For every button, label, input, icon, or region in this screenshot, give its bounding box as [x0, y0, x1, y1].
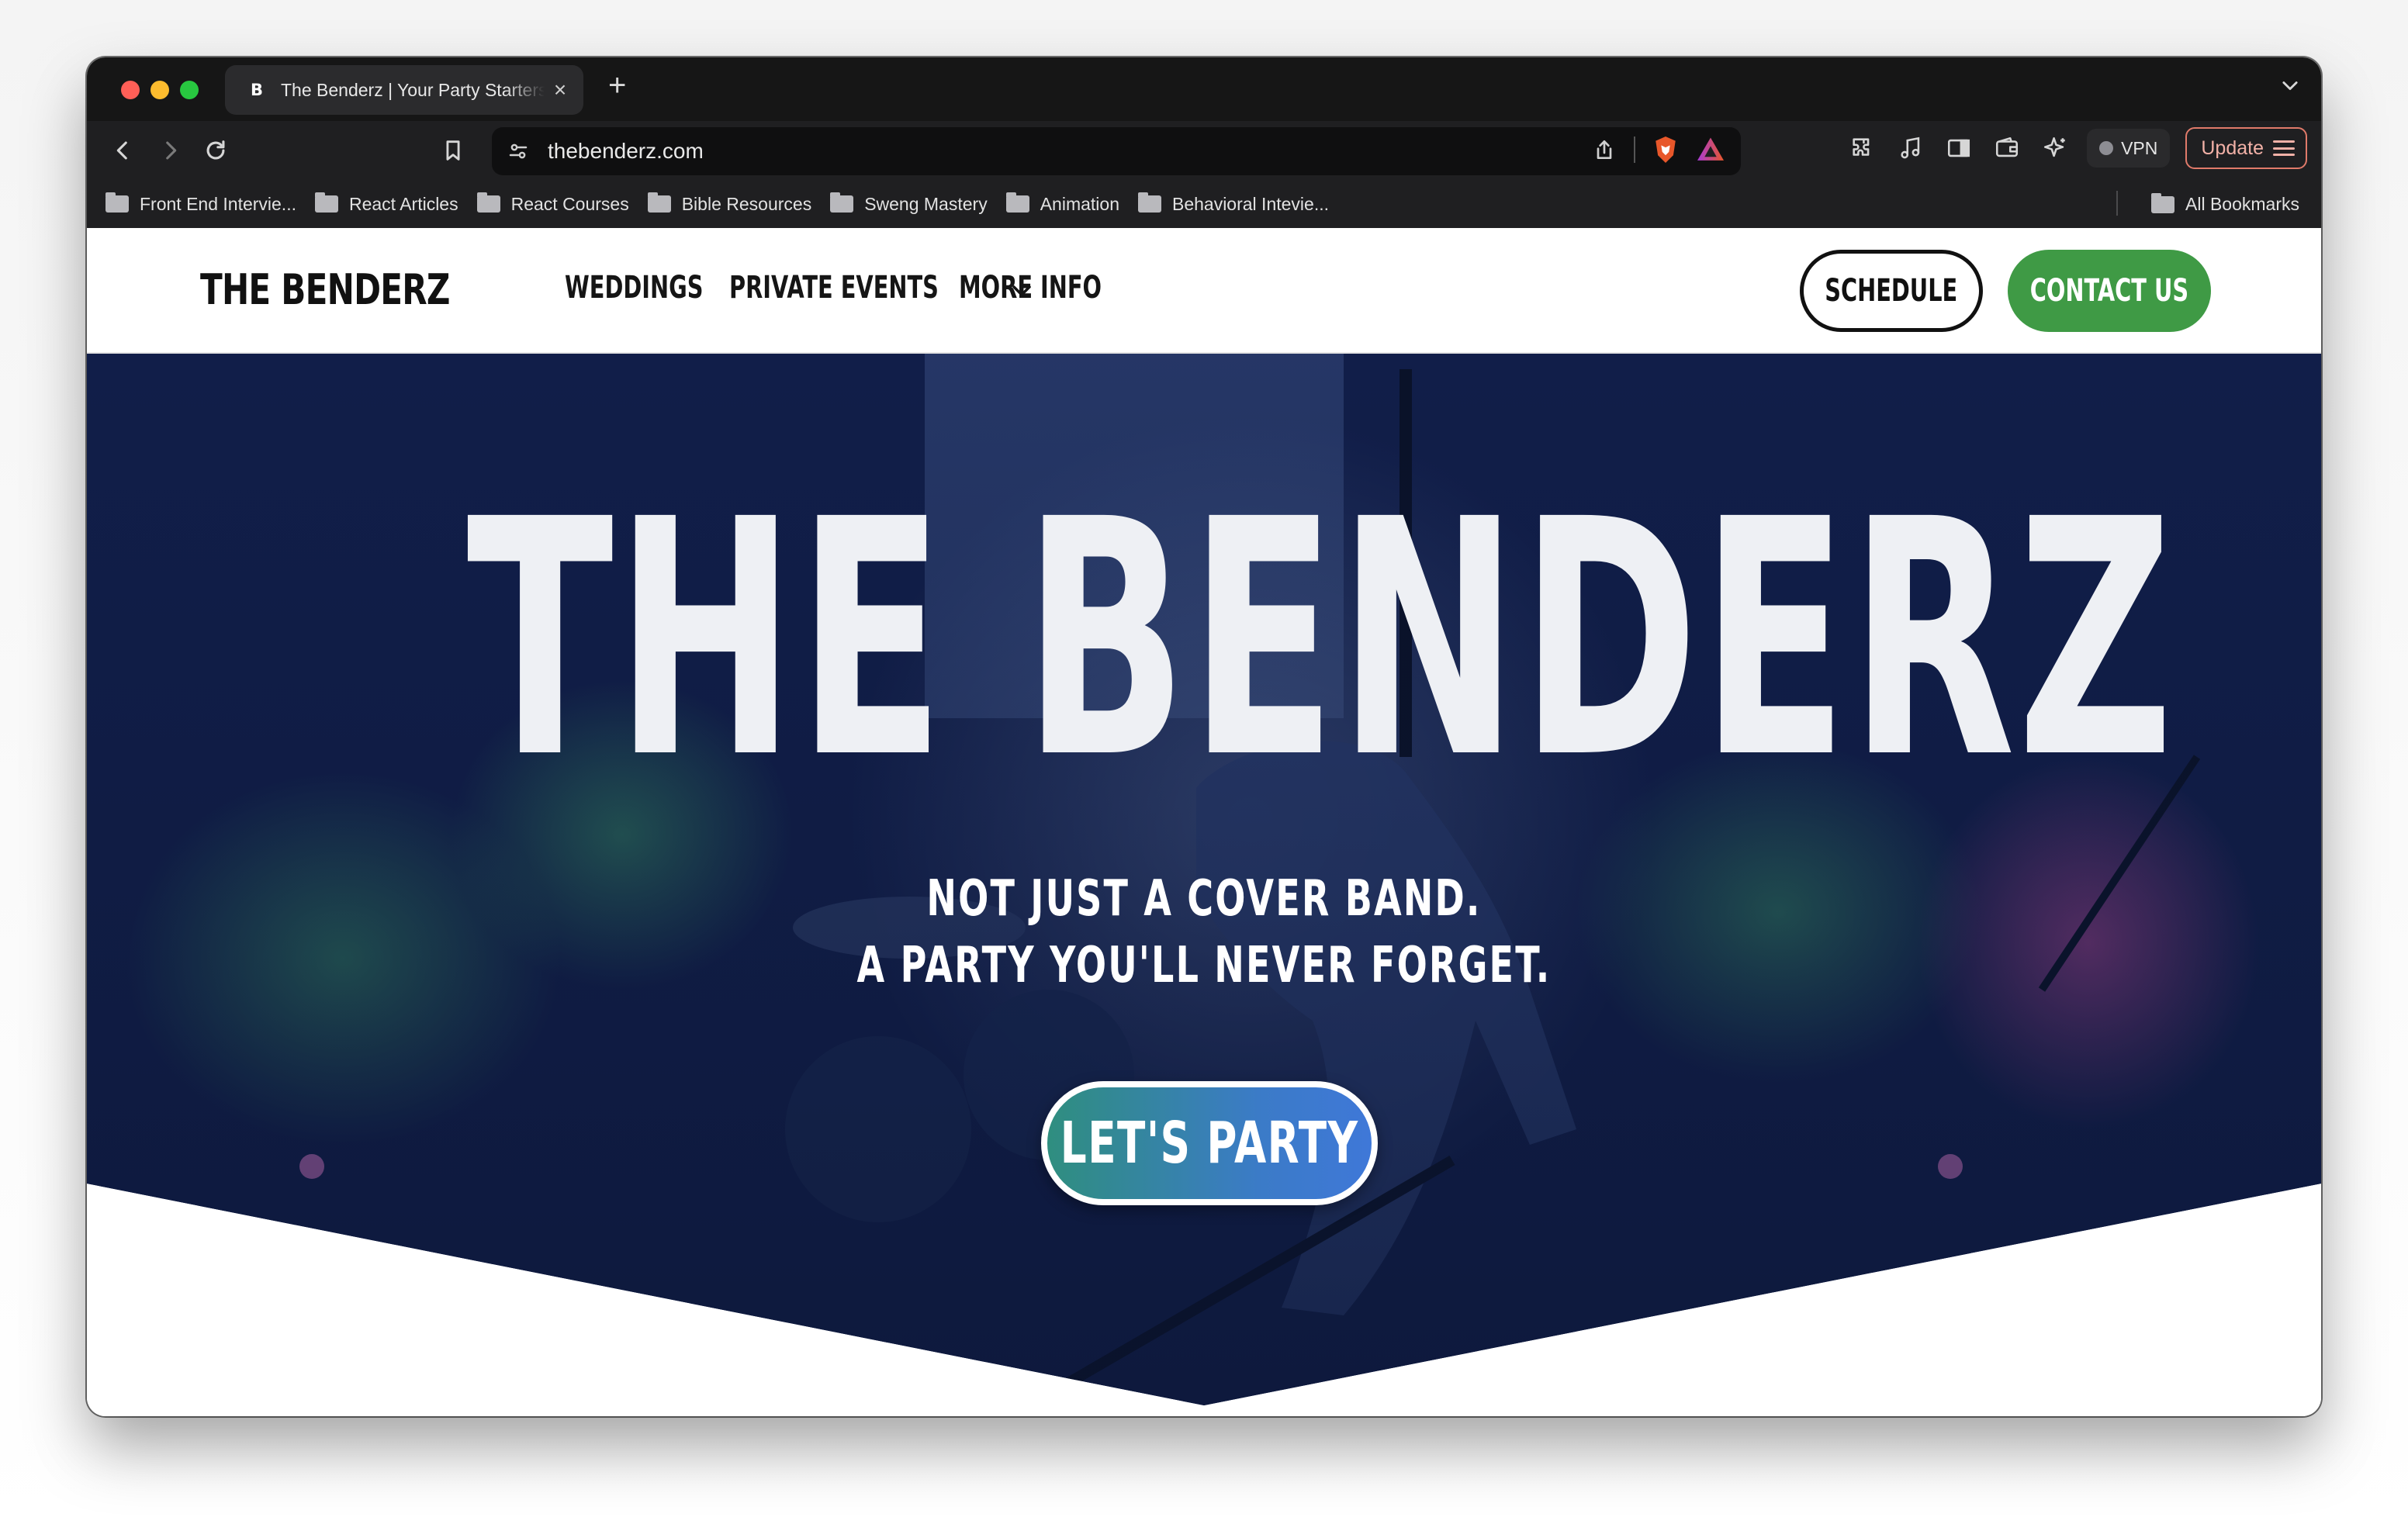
- chevron-right-icon: [166, 141, 177, 160]
- folder-icon: [476, 192, 500, 213]
- hero-title: THE BENDERZ: [466, 451, 2176, 830]
- folder-icon: [647, 192, 671, 213]
- site-settings-icon[interactable]: [503, 136, 534, 167]
- folder-icon: [314, 192, 338, 213]
- bookmarks-divider: [2116, 191, 2118, 216]
- bookmark-folder[interactable]: Animation: [1005, 192, 1119, 215]
- bookmark-label: Front End Intervie...: [140, 193, 296, 214]
- schedule-button[interactable]: SCHEDULE: [1800, 250, 1983, 332]
- bookmark-label: Animation: [1040, 193, 1119, 214]
- tab-bar: B The Benderz | Your Party Starters × +: [87, 57, 2321, 121]
- folder-icon: [106, 192, 129, 213]
- hamburger-menu-icon: [2273, 140, 2295, 156]
- all-bookmarks-folder[interactable]: All Bookmarks: [2151, 192, 2299, 215]
- vpn-button[interactable]: VPN: [2087, 129, 2171, 168]
- zoom-window-button[interactable]: [180, 81, 199, 99]
- bookmark-folder[interactable]: Sweng Mastery: [830, 192, 988, 215]
- close-window-button[interactable]: [121, 81, 140, 99]
- toolbar-right-tools: VPN Update: [1846, 127, 2307, 169]
- bookmarks-bar: Front End Intervie... React Articles Rea…: [87, 180, 2321, 228]
- hero-subtitle-line-2: A PARTY YOU'LL NEVER FORGET.: [856, 937, 1552, 994]
- new-tab-button[interactable]: +: [608, 68, 626, 103]
- bookmark-label: React Courses: [510, 193, 629, 214]
- chevron-left-icon: [116, 141, 127, 160]
- address-bar-actions: [1592, 135, 1725, 164]
- divider: [1634, 137, 1635, 163]
- share-icon[interactable]: [1592, 136, 1617, 164]
- folder-icon: [830, 192, 854, 213]
- minimize-window-button[interactable]: [150, 81, 169, 99]
- bookmark-icon: [446, 140, 460, 161]
- site-favicon-icon: B: [250, 81, 263, 99]
- bookmark-page-button[interactable]: [434, 132, 472, 169]
- site-logo[interactable]: THE BENDERZ: [200, 265, 450, 314]
- wallet-icon[interactable]: [1991, 132, 2023, 164]
- bookmark-label: Bible Resources: [681, 193, 812, 214]
- contact-us-button[interactable]: CONTACT US: [2008, 250, 2211, 332]
- reload-button[interactable]: [197, 132, 234, 169]
- music-note-icon[interactable]: [1894, 132, 1927, 164]
- bookmark-label: Behavioral Intevie...: [1171, 193, 1329, 214]
- vpn-label: VPN: [2121, 137, 2158, 158]
- hero-subtitle-line-1: NOT JUST A COVER BAND.: [926, 870, 1482, 928]
- web-page: THE BENDERZ WEDDINGS PRIVATE EVENTS MORE…: [87, 228, 2321, 1416]
- back-button[interactable]: [104, 132, 141, 169]
- chevron-down-icon[interactable]: [1010, 279, 1033, 302]
- url-text: thebenderz.com: [548, 139, 704, 163]
- sidebar-toggle-icon[interactable]: [1943, 132, 1975, 164]
- active-tab[interactable]: B The Benderz | Your Party Starters ×: [225, 65, 583, 115]
- vpn-status-icon: [2099, 141, 2114, 155]
- reload-icon: [206, 140, 225, 160]
- folder-icon: [1005, 192, 1029, 213]
- tab-close-icon[interactable]: ×: [545, 78, 576, 102]
- schedule-button-label: SCHEDULE: [1825, 273, 1958, 309]
- update-menu-button[interactable]: Update: [2185, 127, 2307, 169]
- nav-link-private-events[interactable]: PRIVATE EVENTS: [729, 270, 939, 306]
- contact-us-button-label: CONTACT US: [2029, 273, 2189, 309]
- nav-link-weddings[interactable]: WEDDINGS: [565, 270, 703, 306]
- bookmark-folder[interactable]: React Articles: [314, 192, 458, 215]
- bookmark-label: Sweng Mastery: [864, 193, 988, 214]
- update-label: Update: [2201, 137, 2264, 159]
- bookmark-label: React Articles: [348, 193, 458, 214]
- folder-icon: [1137, 192, 1161, 213]
- bookmark-folder[interactable]: Front End Intervie...: [106, 192, 296, 215]
- lets-party-button-label: LET'S PARTY: [1060, 1110, 1359, 1177]
- brave-rewards-icon[interactable]: [1696, 137, 1725, 163]
- brave-shields-icon[interactable]: [1652, 135, 1679, 164]
- browser-toolbar: thebenderz.com VPN Update: [87, 121, 2321, 180]
- tab-list-chevron-icon[interactable]: [2279, 74, 2301, 102]
- hero-section: THE BENDERZ NOT JUST A COVER BAND. A PAR…: [87, 354, 2321, 1405]
- folder-icon: [2151, 192, 2175, 213]
- browser-window: B The Benderz | Your Party Starters × + …: [87, 57, 2321, 1416]
- all-bookmarks-label: All Bookmarks: [2185, 194, 2299, 214]
- bookmark-folder[interactable]: React Courses: [476, 192, 629, 215]
- leo-ai-sparkle-icon[interactable]: [2039, 132, 2071, 164]
- site-header: THE BENDERZ WEDDINGS PRIVATE EVENTS MORE…: [87, 228, 2321, 354]
- extensions-icon[interactable]: [1846, 132, 1879, 164]
- bookmark-folder[interactable]: Behavioral Intevie...: [1137, 192, 1329, 215]
- forward-button[interactable]: [152, 132, 189, 169]
- address-bar[interactable]: thebenderz.com: [492, 127, 1741, 175]
- tab-title: The Benderz | Your Party Starters: [281, 79, 545, 100]
- bookmark-folder[interactable]: Bible Resources: [647, 192, 812, 215]
- lets-party-button[interactable]: LET'S PARTY: [1041, 1081, 1378, 1205]
